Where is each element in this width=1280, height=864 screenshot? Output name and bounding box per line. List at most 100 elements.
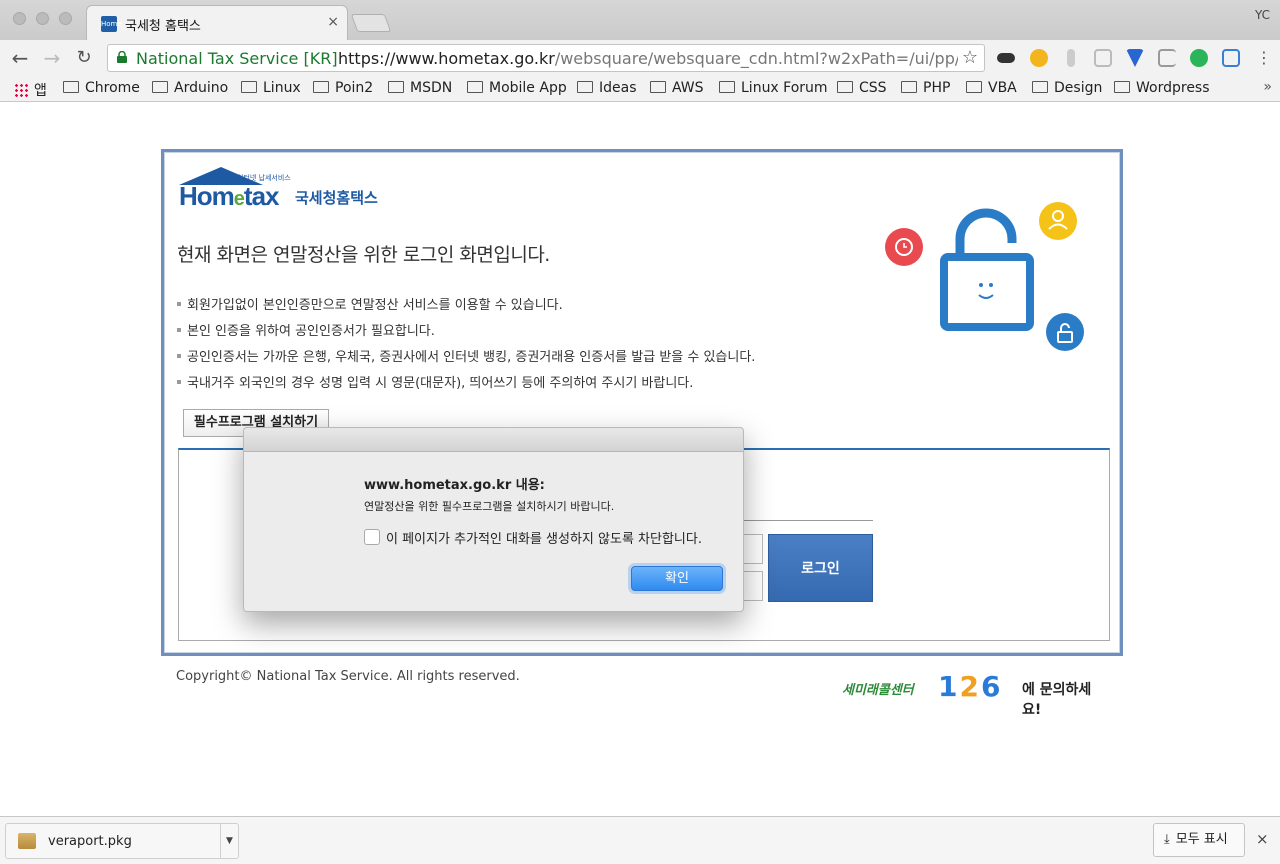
download-item[interactable]: veraport.pkg ▼ — [5, 823, 239, 859]
folder-icon — [837, 81, 853, 93]
close-icon[interactable]: × — [1256, 830, 1269, 848]
menu-kebab-icon[interactable]: ⋮ — [1252, 46, 1276, 70]
bookmark-folder[interactable]: VBA — [966, 80, 1017, 96]
folder-icon — [1032, 81, 1048, 93]
callcenter-banner[interactable]: 세미래콜센터 126 에 문의하세요! — [842, 670, 1108, 718]
download-icon: ⤓ — [1164, 832, 1170, 847]
more-bookmarks-icon[interactable]: » — [1263, 79, 1272, 95]
accessibility-extension-icon[interactable] — [1067, 49, 1075, 67]
bullet-icon — [177, 302, 181, 306]
bookmark-label: AWS — [672, 80, 704, 96]
bookmark-label: Linux Forum — [741, 80, 828, 96]
forward-arrow-icon[interactable]: → — [40, 46, 64, 70]
bookmark-folder[interactable]: Wordpress — [1114, 80, 1210, 96]
bookmark-label: VBA — [988, 80, 1017, 96]
window-minimize-button[interactable] — [36, 12, 49, 25]
window-close-button[interactable] — [13, 12, 26, 25]
url-path: /websquare/websquare_cdn.html?w2xPath=/u… — [554, 49, 958, 68]
folder-icon — [467, 81, 483, 93]
profile-badge[interactable]: YC — [1255, 8, 1270, 22]
reader-extension-icon[interactable] — [1094, 49, 1112, 67]
translate-extension-icon[interactable] — [1222, 49, 1240, 67]
list-item: 회원가입없이 본인인증만으로 연말정산 서비스를 이용할 수 있습니다. — [177, 296, 755, 322]
bookmark-label: Ideas — [599, 80, 637, 96]
bookmark-folder[interactable]: Mobile App — [467, 80, 567, 96]
dialog-title: www.hometax.go.kr 내용: — [364, 478, 545, 493]
list-item-text: 공인인증서는 가까운 은행, 우체국, 증권사에서 인터넷 뱅킹, 증권거래용 … — [187, 350, 756, 365]
ok-button[interactable]: 확인 — [631, 566, 723, 591]
reload-icon[interactable]: ↻ — [72, 46, 96, 70]
bookmark-apps[interactable]: 앱 — [14, 80, 47, 100]
bookmark-folder[interactable]: Chrome — [63, 80, 140, 96]
logo-wordmark: Hometax — [179, 181, 280, 212]
url-text[interactable]: https://www.hometax.go.kr/websquare/webs… — [338, 49, 958, 68]
logo-korean: 국세청홈택스 — [295, 189, 378, 207]
rating-extension-icon[interactable] — [1030, 49, 1048, 67]
incognito-extension-icon[interactable] — [997, 53, 1015, 63]
suppress-dialogs-checkbox[interactable] — [364, 529, 380, 545]
callcenter-digit: 6 — [980, 670, 1003, 703]
bullet-icon — [177, 380, 181, 384]
window-zoom-button[interactable] — [59, 12, 72, 25]
lock-icon — [117, 51, 127, 63]
address-bar[interactable]: National Tax Service [KR] https://www.ho… — [107, 44, 985, 72]
callcenter-number: 126 — [938, 670, 1002, 703]
folder-icon — [650, 81, 666, 93]
folder-icon — [313, 81, 329, 93]
callcenter-suffix: 에 문의하세요! — [1022, 682, 1092, 718]
cast-extension-icon[interactable] — [1158, 49, 1176, 67]
vue-extension-icon[interactable] — [1126, 49, 1144, 67]
bullet-icon — [177, 354, 181, 358]
alert-dialog: www.hometax.go.kr 내용: 연말정산을 위한 필수프로그램을 설… — [243, 427, 744, 612]
browser-tab[interactable]: Home 국세청 홈택스 × — [86, 5, 348, 40]
list-item: 본인 인증을 위하여 공인인증서가 필요합니다. — [177, 322, 755, 348]
folder-icon — [577, 81, 593, 93]
bullet-icon — [177, 328, 181, 332]
apps-grid-icon — [14, 83, 28, 97]
bookmark-folder[interactable]: Design — [1032, 80, 1102, 96]
dialog-message: 연말정산을 위한 필수프로그램을 설치하시기 바랍니다. — [364, 500, 615, 513]
list-item-text: 국내거주 외국인의 경우 성명 입력 시 영문(대문자), 띄어쓰기 등에 주의… — [187, 376, 694, 391]
login-button[interactable]: 로그인 — [768, 534, 873, 602]
bookmark-folder[interactable]: Linux Forum — [719, 80, 828, 96]
new-tab-button[interactable] — [350, 14, 392, 32]
hometax-logo[interactable]: 인터넷 납세서비스 Hometax 국세청홈택스 — [179, 165, 409, 217]
security-lock-illustration — [885, 202, 1084, 351]
package-icon — [18, 833, 36, 849]
bookmark-label: Poin2 — [335, 80, 374, 96]
bookmark-label: Mobile App — [489, 80, 567, 96]
bookmark-folder[interactable]: CSS — [837, 80, 887, 96]
list-item-text: 본인 인증을 위하여 공인인증서가 필요합니다. — [187, 324, 435, 339]
logo-text-post: tax — [243, 181, 280, 211]
dialog-titlebar[interactable] — [244, 428, 743, 452]
callcenter-digit: 2 — [959, 670, 981, 703]
page-title: 현재 화면은 연말정산을 위한 로그인 화면입니다. — [177, 244, 550, 266]
bookmark-label: MSDN — [410, 80, 453, 96]
bookmark-folder[interactable]: Poin2 — [313, 80, 373, 96]
tab-close-icon[interactable]: × — [327, 14, 339, 30]
folder-icon — [63, 81, 79, 93]
suppress-dialogs-label[interactable]: 이 페이지가 추가적인 대화를 생성하지 않도록 차단합니다. — [386, 528, 702, 547]
folder-icon — [152, 81, 168, 93]
bookmark-folder[interactable]: Ideas — [577, 80, 637, 96]
bookmark-label: Arduino — [174, 80, 229, 96]
bookmark-label: CSS — [859, 80, 887, 96]
bookmark-folder[interactable]: Linux — [241, 80, 301, 96]
folder-icon — [901, 81, 917, 93]
bookmark-folder[interactable]: AWS — [650, 80, 704, 96]
bookmark-folder[interactable]: MSDN — [388, 80, 452, 96]
chat-extension-icon[interactable] — [1190, 49, 1208, 67]
back-arrow-icon[interactable]: ← — [8, 46, 32, 70]
logo-text-pre: Hom — [179, 181, 235, 211]
bookmark-folder[interactable]: PHP — [901, 80, 950, 96]
site-identity[interactable]: National Tax Service [KR] — [136, 49, 338, 68]
show-all-downloads-button[interactable]: ⤓ 모두 표시 — [1153, 823, 1245, 857]
show-all-label: 모두 표시 — [1175, 832, 1228, 847]
chevron-down-icon[interactable]: ▼ — [220, 824, 238, 858]
list-item: 국내거주 외국인의 경우 성명 입력 시 영문(대문자), 띄어쓰기 등에 주의… — [177, 374, 755, 400]
bookmark-folder[interactable]: Arduino — [152, 80, 228, 96]
bookmark-star-icon[interactable]: ☆ — [962, 47, 978, 68]
download-file-name: veraport.pkg — [48, 834, 132, 849]
callcenter-prefix: 세미래콜센터 — [842, 683, 914, 698]
bookmark-label: PHP — [923, 80, 951, 96]
